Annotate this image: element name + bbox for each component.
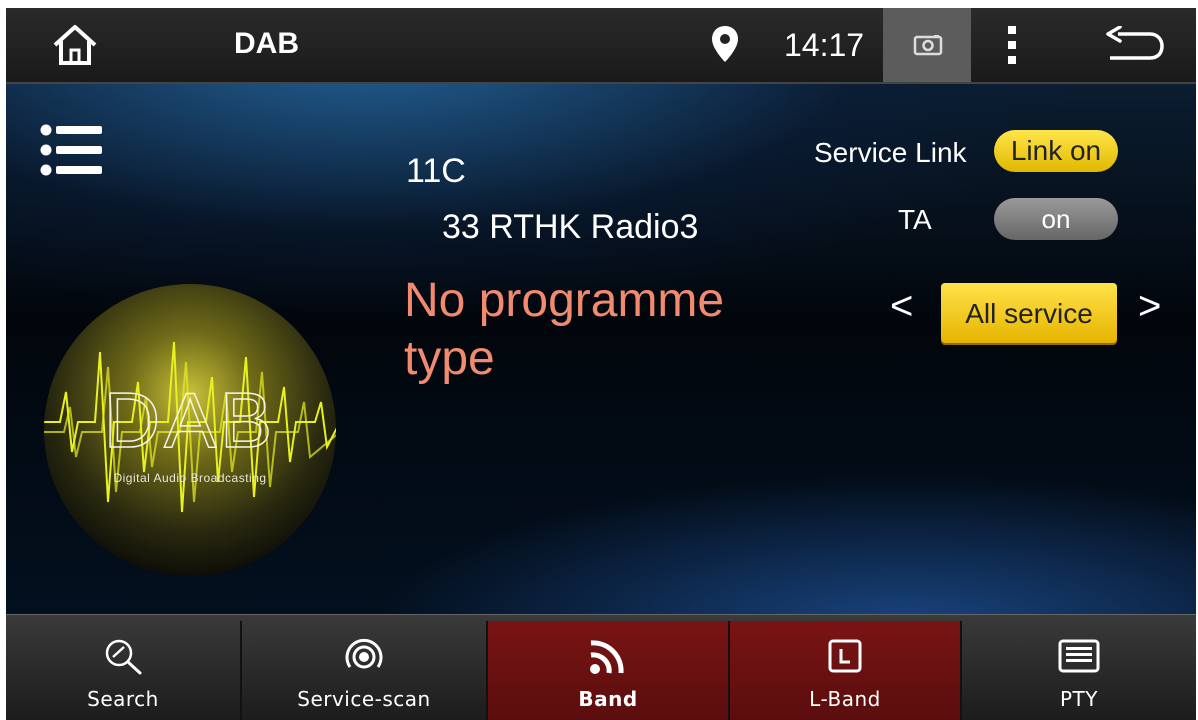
- pty-label: PTY: [1060, 687, 1098, 711]
- service-scan-icon: [345, 638, 383, 669]
- band-button[interactable]: Band: [488, 621, 730, 720]
- band-icon: [590, 640, 624, 674]
- location-pin-icon: [712, 26, 738, 62]
- ta-toggle[interactable]: on: [994, 198, 1118, 240]
- dab-main-panel: 11C 33 RTHK Radio3 No programme type Ser…: [6, 84, 1196, 614]
- search-label: Search: [87, 687, 159, 711]
- programme-type-text: No programme type: [404, 274, 725, 385]
- station-name: 33 RTHK Radio3: [442, 208, 699, 246]
- prev-service-button[interactable]: <: [890, 286, 913, 326]
- bottom-toolbar: Search Service-scan Band L-Band PTY: [6, 614, 1196, 720]
- pty-button[interactable]: PTY: [962, 621, 1196, 720]
- app-window: DAB 14:17 11C 33 RTHK Radio3 No programm…: [6, 8, 1196, 720]
- home-icon[interactable]: [50, 23, 100, 67]
- list-menu-icon[interactable]: [40, 124, 102, 176]
- screenshot-button[interactable]: [883, 8, 971, 82]
- search-button[interactable]: Search: [6, 621, 242, 720]
- service-scan-button[interactable]: Service-scan: [242, 621, 488, 720]
- overflow-menu-icon[interactable]: [1002, 24, 1022, 66]
- l-band-label: L-Band: [809, 687, 881, 711]
- dab-logo-subtext: Digital Audio Broadcasting: [113, 471, 266, 485]
- pty-icon: [1058, 639, 1100, 673]
- channel-label: 11C: [406, 152, 466, 190]
- search-icon: [105, 639, 142, 675]
- service-link-label: Service Link: [814, 137, 967, 168]
- app-title: DAB: [234, 27, 299, 60]
- ta-label: TA: [898, 204, 932, 235]
- dab-logo: DAB Digital Audio Broadcasting: [44, 284, 336, 576]
- service-link-toggle[interactable]: Link on: [994, 130, 1118, 172]
- dab-logo-text: DAB: [104, 376, 276, 464]
- status-bar: DAB 14:17: [6, 8, 1196, 84]
- band-label: Band: [578, 687, 638, 711]
- clock: 14:17: [784, 27, 865, 63]
- l-band-button[interactable]: L-Band: [730, 621, 962, 720]
- l-band-icon: [828, 639, 862, 673]
- next-service-button[interactable]: >: [1138, 286, 1161, 326]
- back-icon[interactable]: [1104, 26, 1166, 64]
- screenshot-icon: [913, 35, 943, 56]
- service-filter-button[interactable]: All service: [941, 283, 1117, 343]
- service-scan-label: Service-scan: [297, 687, 431, 711]
